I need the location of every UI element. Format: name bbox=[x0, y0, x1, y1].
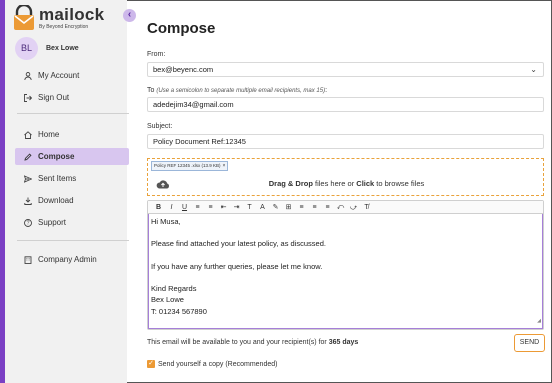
chevron-down-icon: ⌄ bbox=[530, 65, 537, 74]
body-line: Kind Regards bbox=[151, 284, 197, 294]
sidebar-item-home[interactable]: Home bbox=[15, 126, 129, 143]
logo-name: mailock bbox=[39, 5, 105, 24]
redo-button[interactable]: ⤻ bbox=[347, 202, 360, 213]
sidebar-item-label: Sign Out bbox=[38, 93, 70, 102]
undo-button[interactable]: ⤺ bbox=[334, 202, 347, 213]
text-color-button[interactable]: A bbox=[256, 202, 269, 213]
logo-tagline: By Beyond Encryption bbox=[39, 24, 89, 30]
send-icon bbox=[23, 174, 32, 183]
message-body[interactable]: Hi Musa, Please find attached your lates… bbox=[148, 214, 543, 329]
numbered-list-button[interactable]: ≡ bbox=[204, 202, 217, 213]
sidebar-item-label: Home bbox=[38, 130, 60, 139]
align-right-button[interactable]: ≡ bbox=[321, 202, 334, 213]
send-copy-label: Send yourself a copy (Recommended) bbox=[158, 360, 278, 368]
mailock-logo-icon bbox=[13, 3, 35, 31]
user-profile: BL Bex Lowe bbox=[15, 37, 79, 60]
body-line: Bex Lowe bbox=[151, 295, 184, 305]
align-center-button[interactable]: ≡ bbox=[308, 202, 321, 213]
send-copy-option[interactable]: ✓ Send yourself a copy (Recommended) bbox=[147, 360, 277, 368]
availability-note: This email will be available to you and … bbox=[147, 339, 359, 346]
to-hint: (Use a semicolon to separate multiple em… bbox=[156, 88, 326, 94]
sidebar-item-sent-items[interactable]: Sent Items bbox=[15, 170, 129, 187]
attachment-chip: Policy REF 12345 .xlsx (13.9 KB) × bbox=[151, 161, 229, 171]
svg-text:?: ? bbox=[26, 220, 29, 226]
from-value: bex@beyenc.com bbox=[153, 65, 214, 74]
page-title: Compose bbox=[147, 20, 216, 37]
send-copy-checkbox[interactable]: ✓ bbox=[147, 360, 155, 368]
sidebar-item-label: Company Admin bbox=[38, 255, 97, 264]
bullet-list-button[interactable]: ≡ bbox=[191, 202, 204, 213]
user-icon bbox=[23, 71, 32, 80]
divider bbox=[17, 240, 129, 241]
sidebar-item-label: Compose bbox=[38, 152, 75, 161]
home-icon bbox=[23, 130, 32, 139]
indent-button[interactable]: ⇥ bbox=[230, 202, 243, 213]
subject-input[interactable]: Policy Document Ref:12345 bbox=[147, 134, 544, 149]
avatar: BL bbox=[15, 37, 38, 60]
dropzone-text: Drag & Drop files here or Click to brows… bbox=[268, 179, 425, 188]
highlight-button[interactable]: ✎ bbox=[269, 202, 282, 213]
sidebar-item-label: My Account bbox=[38, 71, 80, 80]
sidebar-item-sign-out[interactable]: Sign Out bbox=[15, 89, 129, 106]
send-button[interactable]: SEND bbox=[514, 334, 545, 352]
editor-toolbar: B I U ≡ ≡ ⇤ ⇥ T A ✎ ⊞ ≡ ≡ ≡ ⤺ ⤻ T̸ bbox=[148, 201, 543, 214]
sidebar-item-company-admin[interactable]: Company Admin bbox=[15, 251, 129, 268]
help-icon: ? bbox=[23, 218, 32, 227]
to-label: To (Use a semicolon to separate multiple… bbox=[147, 87, 328, 94]
body-line: T: 01234 567890 bbox=[151, 306, 207, 316]
body-line bbox=[151, 227, 542, 238]
font-size-button[interactable]: T bbox=[243, 202, 256, 213]
to-input[interactable]: adedejim34@gmail.com bbox=[147, 97, 544, 112]
underline-button[interactable]: U bbox=[178, 202, 191, 213]
outdent-button[interactable]: ⇤ bbox=[217, 202, 230, 213]
body-line: Please find attached your latest policy,… bbox=[151, 239, 326, 249]
user-name: Bex Lowe bbox=[46, 45, 79, 52]
body-line: Hi Musa, bbox=[151, 217, 181, 226]
sidebar-item-my-account[interactable]: My Account bbox=[15, 67, 129, 84]
from-select[interactable]: bex@beyenc.com ⌄ bbox=[147, 62, 544, 77]
attachment-name: Policy REF 12345 .xlsx (13.9 KB) bbox=[154, 163, 221, 168]
from-label: From: bbox=[147, 51, 166, 58]
sidebar-item-compose[interactable]: Compose bbox=[15, 148, 129, 165]
logo: mailock By Beyond Encryption bbox=[13, 3, 105, 31]
clear-formatting-button[interactable]: T̸ bbox=[360, 202, 373, 213]
body-line bbox=[151, 272, 542, 283]
sign-out-icon bbox=[23, 93, 32, 102]
remove-attachment-button[interactable]: × bbox=[223, 163, 226, 169]
table-button[interactable]: ⊞ bbox=[282, 202, 295, 213]
download-icon bbox=[23, 196, 32, 205]
subject-label: Subject: bbox=[147, 123, 173, 130]
message-editor: B I U ≡ ≡ ⇤ ⇥ T A ✎ ⊞ ≡ ≡ ≡ ⤺ ⤻ T̸ Hi Mu… bbox=[147, 200, 544, 330]
align-left-button[interactable]: ≡ bbox=[295, 202, 308, 213]
collapse-sidebar-button[interactable]: ‹ bbox=[123, 9, 136, 22]
divider bbox=[17, 113, 129, 114]
availability-days: 365 days bbox=[328, 339, 359, 346]
sidebar: mailock By Beyond Encryption ‹ BL Bex Lo… bbox=[0, 0, 136, 383]
file-dropzone[interactable]: Policy REF 12345 .xlsx (13.9 KB) × Drag &… bbox=[147, 158, 544, 196]
sidebar-item-support[interactable]: ? Support bbox=[15, 214, 129, 231]
body-line: If you have any further queries, please … bbox=[151, 261, 323, 271]
resize-handle-icon[interactable]: ◢ bbox=[537, 316, 541, 327]
italic-button[interactable]: I bbox=[165, 202, 178, 213]
sidebar-item-label: Sent Items bbox=[38, 174, 77, 183]
sidebar-item-label: Support bbox=[38, 218, 67, 227]
building-icon bbox=[23, 255, 32, 264]
sidebar-item-download[interactable]: Download bbox=[15, 192, 129, 209]
pencil-icon bbox=[23, 152, 32, 161]
sidebar-item-label: Download bbox=[38, 196, 74, 205]
bold-button[interactable]: B bbox=[152, 202, 165, 213]
body-line bbox=[151, 250, 542, 261]
